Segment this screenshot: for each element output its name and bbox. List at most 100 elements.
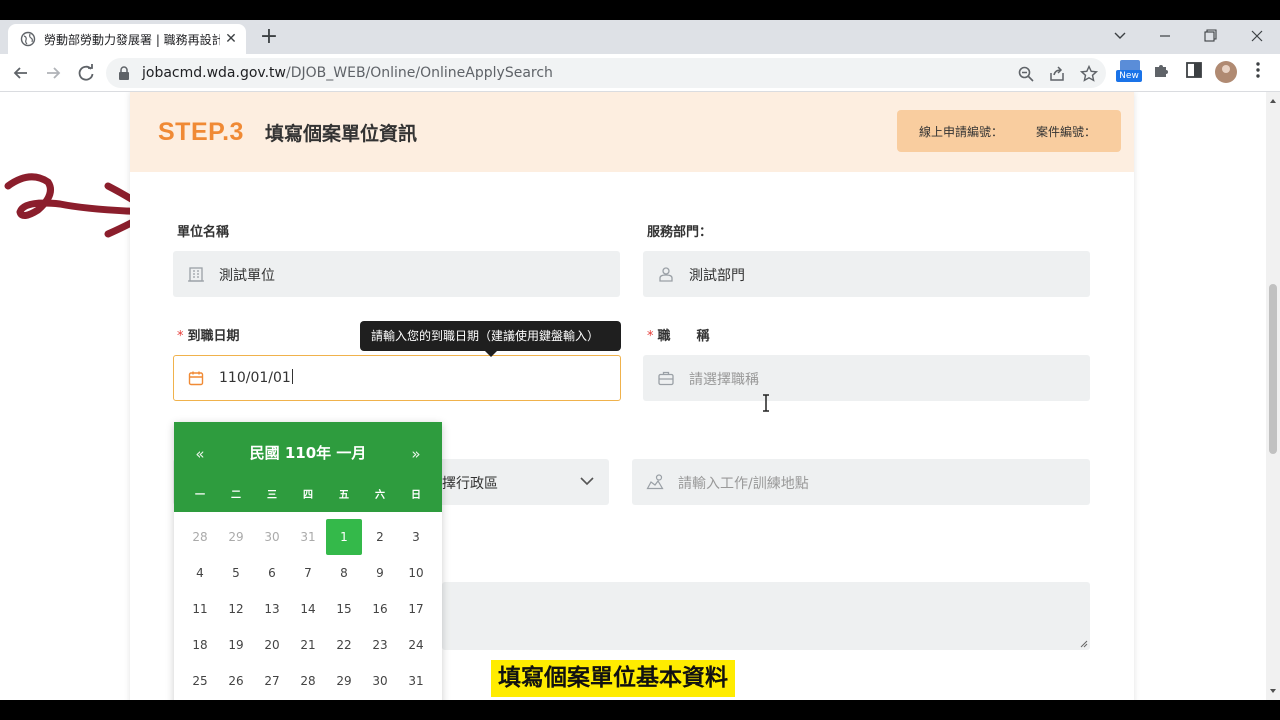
unit-name-label: 單位名稱 bbox=[177, 225, 230, 240]
calendar-day[interactable]: 18 bbox=[182, 627, 218, 663]
job-title-select[interactable]: 請選擇職稱 bbox=[643, 355, 1090, 401]
scroll-up-icon[interactable] bbox=[1266, 94, 1280, 108]
calendar-day[interactable]: 3 bbox=[254, 699, 290, 700]
calendar-day[interactable]: 24 bbox=[398, 627, 434, 663]
calendar-day[interactable]: 5 bbox=[326, 699, 362, 700]
lock-icon bbox=[119, 66, 129, 80]
page-scrollbar[interactable] bbox=[1266, 92, 1280, 700]
puzzle-extensions-icon[interactable] bbox=[1152, 60, 1172, 80]
forward-icon[interactable] bbox=[40, 60, 66, 86]
unit-name-field[interactable]: 測試單位 bbox=[173, 251, 620, 297]
weekday-label: 一 bbox=[195, 490, 205, 501]
calendar-day[interactable]: 7 bbox=[398, 699, 434, 700]
job-title-label: * 職 稱 bbox=[647, 325, 710, 344]
calendar-day[interactable]: 31 bbox=[398, 663, 434, 699]
restore-icon[interactable] bbox=[1198, 26, 1222, 46]
calendar-day[interactable]: 14 bbox=[290, 591, 326, 627]
calendar-day[interactable]: 23 bbox=[362, 627, 398, 663]
start-date-value: 110/01/01 bbox=[219, 369, 293, 386]
calendar-day[interactable]: 2 bbox=[362, 519, 398, 555]
minimize-icon[interactable] bbox=[1153, 26, 1177, 46]
calendar-day[interactable]: 26 bbox=[218, 663, 254, 699]
calendar-day[interactable]: 28 bbox=[182, 519, 218, 555]
close-window-icon[interactable] bbox=[1245, 26, 1269, 46]
new-tab-button[interactable]: + bbox=[256, 25, 282, 51]
calendar-day[interactable]: 11 bbox=[182, 591, 218, 627]
resize-grip-icon[interactable] bbox=[1080, 640, 1088, 648]
calendar-day[interactable]: 28 bbox=[290, 663, 326, 699]
job-title-placeholder: 請選擇職稱 bbox=[689, 372, 759, 388]
calendar-day[interactable]: 3 bbox=[398, 519, 434, 555]
weekday-label: 日 bbox=[411, 490, 421, 501]
calendar-day[interactable]: 30 bbox=[254, 519, 290, 555]
start-date-input[interactable]: 110/01/01 bbox=[173, 355, 621, 401]
globe-icon bbox=[20, 31, 36, 47]
profile-avatar[interactable] bbox=[1215, 61, 1237, 83]
selected-day[interactable]: 1 bbox=[326, 519, 362, 555]
start-date-label-text: 到職日期 bbox=[187, 329, 240, 344]
calendar-day[interactable]: 17 bbox=[398, 591, 434, 627]
step-number: STEP.3 bbox=[158, 118, 244, 146]
user-department-icon bbox=[659, 267, 673, 282]
share-icon[interactable] bbox=[1047, 64, 1067, 84]
calendar-day[interactable]: 29 bbox=[218, 519, 254, 555]
map-location-icon bbox=[646, 474, 664, 490]
calendar-day[interactable]: 12 bbox=[218, 591, 254, 627]
datepicker-header: « 民國 110年 一月 » 一 二 三 四 五 六 日 bbox=[174, 422, 442, 512]
calendar-day[interactable]: 10 bbox=[398, 555, 434, 591]
calendar-day[interactable]: 21 bbox=[290, 627, 326, 663]
browser-toolbar: jobacmd.wda.gov.tw/DJOB_WEB/Online/Onlin… bbox=[0, 54, 1280, 92]
calendar-day[interactable]: 6 bbox=[254, 555, 290, 591]
unit-name-value: 測試單位 bbox=[219, 268, 275, 284]
calendar-day[interactable]: 30 bbox=[362, 663, 398, 699]
tab-close-icon[interactable]: ✕ bbox=[222, 30, 240, 48]
calendar-day[interactable]: 5 bbox=[218, 555, 254, 591]
calendar-day[interactable]: 16 bbox=[362, 591, 398, 627]
menu-dots-icon[interactable] bbox=[1248, 60, 1268, 80]
calendar-day[interactable]: 20 bbox=[254, 627, 290, 663]
calendar-day[interactable]: 7 bbox=[290, 555, 326, 591]
reload-icon[interactable] bbox=[73, 60, 99, 86]
url-host: jobacmd.wda.gov.tw bbox=[142, 65, 286, 81]
datepicker-title[interactable]: 民國 110年 一月 bbox=[174, 442, 442, 463]
zoom-icon[interactable] bbox=[1016, 64, 1036, 84]
calendar-day[interactable]: 2 bbox=[218, 699, 254, 700]
work-location-placeholder: 請輸入工作/訓練地點 bbox=[678, 476, 809, 492]
next-month-button[interactable]: » bbox=[406, 444, 426, 464]
calendar-day[interactable]: 9 bbox=[362, 555, 398, 591]
new-extension-icon[interactable]: New bbox=[1116, 60, 1142, 84]
url-text: jobacmd.wda.gov.tw/DJOB_WEB/Online/Onlin… bbox=[142, 65, 553, 81]
back-icon[interactable] bbox=[8, 60, 34, 86]
tab-title: 勞動部勞動力發展署 | 職務再設計 bbox=[44, 33, 220, 47]
calendar-day[interactable]: 13 bbox=[254, 591, 290, 627]
calendar-day[interactable]: 29 bbox=[326, 663, 362, 699]
text-caret bbox=[291, 369, 293, 384]
calendar-day[interactable]: 8 bbox=[326, 555, 362, 591]
department-field[interactable]: 測試部門 bbox=[643, 251, 1090, 297]
calendar-day[interactable]: 6 bbox=[362, 699, 398, 700]
tab-search-chevron-icon[interactable] bbox=[1108, 26, 1132, 46]
calendar-day[interactable]: 15 bbox=[326, 591, 362, 627]
new-badge: New bbox=[1116, 70, 1142, 82]
calendar-day[interactable]: 25 bbox=[182, 663, 218, 699]
online-application-number-label: 線上申請編號： bbox=[919, 125, 1004, 139]
work-location-field[interactable]: 請輸入工作/訓練地點 bbox=[632, 459, 1090, 505]
step-title: 填寫個案單位資訊 bbox=[265, 123, 418, 145]
address-bar[interactable]: jobacmd.wda.gov.tw/DJOB_WEB/Online/Onlin… bbox=[106, 58, 1106, 88]
description-textarea[interactable] bbox=[442, 582, 1090, 650]
calendar-day[interactable]: 4 bbox=[182, 555, 218, 591]
side-panel-icon[interactable] bbox=[1184, 60, 1204, 80]
browser-tab[interactable]: 勞動部勞動力發展署 | 職務再設計 ✕ bbox=[8, 24, 246, 54]
scrollbar-thumb[interactable] bbox=[1269, 284, 1277, 454]
calendar-day[interactable]: 19 bbox=[218, 627, 254, 663]
bookmark-star-icon[interactable] bbox=[1079, 64, 1099, 84]
video-caption: 填寫個案單位基本資料 bbox=[491, 660, 735, 697]
calendar-day[interactable]: 1 bbox=[182, 699, 218, 700]
briefcase-icon bbox=[658, 371, 674, 386]
scroll-down-icon[interactable] bbox=[1266, 684, 1280, 698]
start-date-label: * 到職日期 bbox=[177, 325, 240, 344]
calendar-day[interactable]: 31 bbox=[290, 519, 326, 555]
calendar-day[interactable]: 4 bbox=[290, 699, 326, 700]
calendar-day[interactable]: 22 bbox=[326, 627, 362, 663]
calendar-day[interactable]: 27 bbox=[254, 663, 290, 699]
